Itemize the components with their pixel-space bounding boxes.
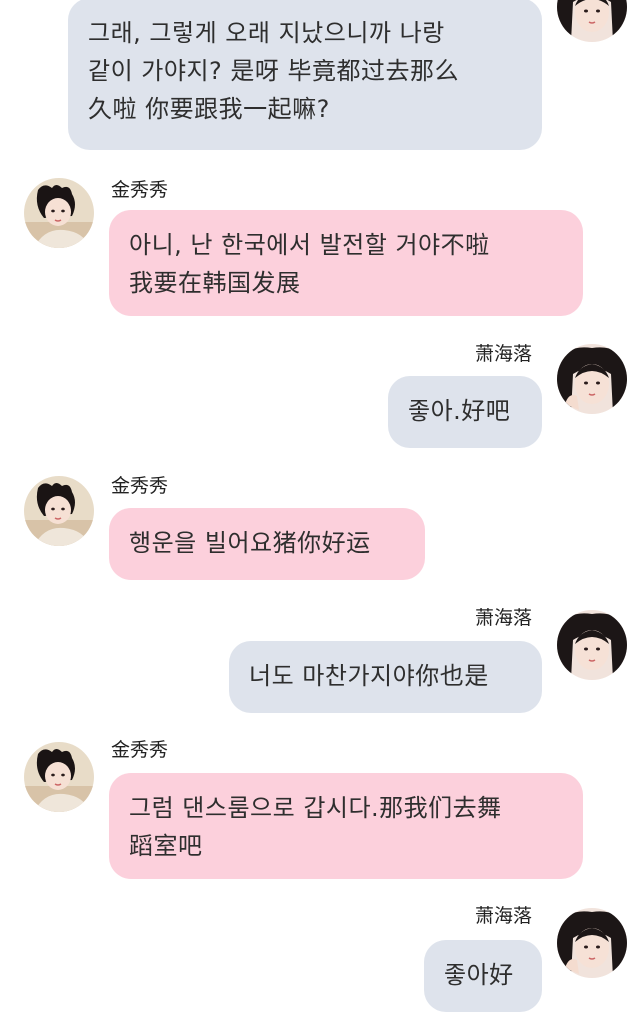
avatar-right[interactable] bbox=[557, 344, 627, 414]
avatar-left[interactable] bbox=[24, 178, 94, 248]
message-text: 蹈室吧 bbox=[129, 832, 203, 860]
sender-name: 金秀秀 bbox=[111, 739, 169, 761]
message-text: 너도 마찬가지야你也是 bbox=[249, 662, 489, 690]
message-text: 같이 가야지? 是呀 毕竟都过去那么 bbox=[88, 57, 460, 85]
message-text: 그럼 댄스룸으로 갑시다.那我们去舞 bbox=[129, 794, 502, 822]
message-bubble-left: 행운을 빌어요猪你好运 bbox=[109, 508, 425, 580]
message-text: 그래, 그렇게 오래 지났으니까 나랑 bbox=[88, 19, 445, 47]
message-bubble-right: 너도 마찬가지야你也是 bbox=[229, 641, 542, 713]
avatar-right[interactable] bbox=[557, 610, 627, 680]
message-bubble-right: 좋아.好吧 bbox=[388, 376, 542, 448]
avatar-right[interactable] bbox=[557, 0, 627, 42]
message-bubble-right: 그래, 그렇게 오래 지났으니까 나랑 같이 가야지? 是呀 毕竟都过去那么 久… bbox=[68, 0, 542, 150]
sender-name: 金秀秀 bbox=[111, 179, 169, 201]
avatar-right[interactable] bbox=[557, 908, 627, 978]
sender-name: 金秀秀 bbox=[111, 475, 169, 497]
message-bubble-right: 좋아好 bbox=[424, 940, 542, 1012]
message-text: 행운을 빌어요猪你好运 bbox=[129, 529, 371, 557]
message-text: 我要在韩国发展 bbox=[129, 269, 301, 297]
message-bubble-left: 아니, 난 한국에서 발전할 거야不啦 我要在韩国发展 bbox=[109, 210, 583, 316]
sender-name: 萧海落 bbox=[475, 905, 533, 927]
message-text: 좋아好 bbox=[444, 961, 514, 989]
avatar-left[interactable] bbox=[24, 476, 94, 546]
message-bubble-left: 그럼 댄스룸으로 갑시다.那我们去舞 蹈室吧 bbox=[109, 773, 583, 879]
message-text: 좋아.好吧 bbox=[408, 397, 511, 425]
message-text: 아니, 난 한국에서 발전할 거야不啦 bbox=[129, 231, 490, 259]
sender-name: 萧海落 bbox=[475, 607, 533, 629]
sender-name: 萧海落 bbox=[475, 343, 533, 365]
message-text: 久啦 你要跟我一起嘛? bbox=[88, 95, 330, 123]
avatar-left[interactable] bbox=[24, 742, 94, 812]
